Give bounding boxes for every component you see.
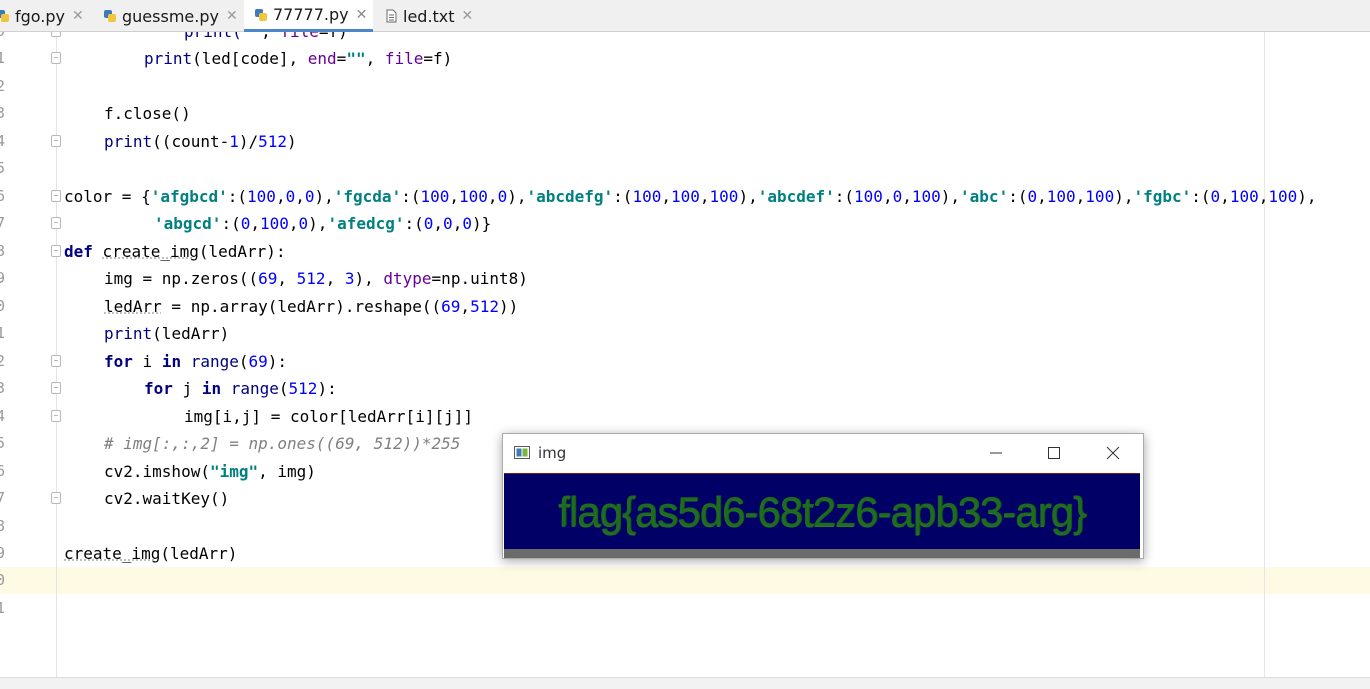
line-number: 8 xyxy=(0,517,6,535)
code-line-current[interactable]: 0 xyxy=(0,567,1370,594)
line-number: 1 xyxy=(0,324,6,342)
code-text: img[i,j] = color[ledArr[i][j]] xyxy=(184,407,473,426)
code-text: ledArr = np.array(ledArr).reshape((69,51… xyxy=(104,297,519,316)
window-title-bar[interactable]: img xyxy=(503,434,1143,472)
close-icon[interactable]: ✕ xyxy=(72,8,84,24)
python-file-icon xyxy=(104,10,116,22)
code-text: create_img(ledArr) xyxy=(64,544,238,563)
editor-tab-bar: fgo.py ✕ guessme.py ✕ 77777.py ✕ led.txt… xyxy=(0,0,1370,32)
code-text: img = np.zeros((69, 512, 3), dtype=np.ui… xyxy=(104,269,528,288)
fold-marker-icon[interactable] xyxy=(51,217,61,229)
fold-marker-icon[interactable] xyxy=(51,245,61,257)
tab-label: guessme.py xyxy=(122,6,219,26)
code-line: 0 print("", file=f) xyxy=(0,32,1370,45)
line-number: 0 xyxy=(0,571,6,589)
code-line: 2 for i in range(69): xyxy=(0,348,1370,375)
line-number: 9 xyxy=(0,544,6,562)
code-editor[interactable]: 0 print("", file=f) 1 print(led[code], e… xyxy=(0,32,1370,677)
image-canvas: flag{as5d6-68t2z6-apb33-arg} xyxy=(504,473,1140,549)
tab-label: 77777.py xyxy=(273,5,349,24)
line-number: 7 xyxy=(0,489,6,507)
line-number: 7 xyxy=(0,214,6,232)
line-number: 0 xyxy=(0,297,6,315)
code-line: 4 img[i,j] = color[ledArr[i][j]] xyxy=(0,403,1370,430)
code-text: cv2.imshow("img", img) xyxy=(104,462,316,481)
code-text: def create_img(ledArr): xyxy=(64,242,286,261)
line-number: 4 xyxy=(0,407,6,425)
code-text: print(led[code], end="", file=f) xyxy=(144,49,453,68)
python-file-icon xyxy=(0,10,9,22)
code-line: 1 xyxy=(0,595,1370,622)
code-comment: # img[:,:,2] = np.ones((69, 512))*255 xyxy=(104,434,461,453)
line-number: 0 xyxy=(0,32,16,45)
fold-marker-icon[interactable] xyxy=(51,410,61,422)
code-text: print((count-1)/512) xyxy=(104,132,297,151)
close-icon[interactable]: ✕ xyxy=(226,8,238,24)
close-window-button[interactable] xyxy=(1090,434,1136,472)
close-icon xyxy=(1106,446,1120,460)
fold-marker-icon[interactable] xyxy=(51,382,61,394)
line-number: 8 xyxy=(0,242,6,260)
line-number: 3 xyxy=(0,379,6,397)
line-number: 2 xyxy=(0,352,6,370)
code-line: 9 img = np.zeros((69, 512, 3), dtype=np.… xyxy=(0,265,1370,292)
window-bottom-strip xyxy=(504,549,1140,558)
code-text: 'abgcd':(0,100,0),'afedcg':(0,0,0)} xyxy=(154,214,492,233)
flag-text: flag{as5d6-68t2z6-apb33-arg} xyxy=(558,488,1087,535)
code-line: 2 xyxy=(0,73,1370,100)
code-line: 5 xyxy=(0,155,1370,182)
code-line: 1 print(led[code], end="", file=f) xyxy=(0,45,1370,72)
maximize-button[interactable] xyxy=(1031,434,1077,472)
code-line: 6 color = {'afgbcd':(100,0,0),'fgcda':(1… xyxy=(0,183,1370,210)
code-text: for j in range(512): xyxy=(144,379,337,398)
line-number: 6 xyxy=(0,462,6,480)
fold-marker-icon[interactable] xyxy=(51,355,61,367)
code-line: 7 'abgcd':(0,100,0),'afedcg':(0,0,0)} xyxy=(0,210,1370,237)
code-text: print("", file=f) xyxy=(184,32,348,45)
fold-marker-icon[interactable] xyxy=(51,32,61,37)
line-number: 5 xyxy=(0,434,6,452)
line-number: 1 xyxy=(0,599,6,617)
code-text: print(ledArr) xyxy=(104,324,230,343)
tab-guessme-py[interactable]: guessme.py ✕ xyxy=(103,0,238,32)
maximize-icon xyxy=(1048,447,1060,459)
code-line: 0 ledArr = np.array(ledArr).reshape((69,… xyxy=(0,293,1370,320)
fold-marker-icon[interactable] xyxy=(51,492,61,504)
minimize-icon xyxy=(990,452,1002,454)
code-line: 8 def create_img(ledArr): xyxy=(0,238,1370,265)
minimize-button[interactable] xyxy=(973,434,1019,472)
code-text: cv2.waitKey() xyxy=(104,489,230,508)
code-text: for i in range(69): xyxy=(104,352,288,371)
tab-77777-py[interactable]: 77777.py ✕ xyxy=(244,0,374,32)
tab-label: led.txt xyxy=(403,6,455,26)
status-bar xyxy=(0,677,1370,689)
code-text: f.close() xyxy=(104,104,191,123)
tab-led-txt[interactable]: led.txt ✕ xyxy=(384,0,473,32)
code-line: 1 print(ledArr) xyxy=(0,320,1370,347)
code-line: 4 print((count-1)/512) xyxy=(0,128,1370,155)
fold-marker-icon[interactable] xyxy=(51,52,61,64)
code-text: color = {'afgbcd':(100,0,0),'fgcda':(100… xyxy=(64,187,1317,206)
text-file-icon xyxy=(386,9,397,23)
tab-label: fgo.py xyxy=(15,6,66,26)
code-line: 3 for j in range(512): xyxy=(0,375,1370,402)
line-number: 1 xyxy=(0,49,6,67)
image-window[interactable]: img flag{as5d6-68t2z6-apb33-arg} xyxy=(502,433,1144,559)
fold-marker-icon[interactable] xyxy=(51,190,61,202)
close-icon[interactable]: ✕ xyxy=(462,8,474,24)
line-number: 3 xyxy=(0,104,6,122)
close-icon[interactable]: ✕ xyxy=(356,7,368,23)
window-title: img xyxy=(538,444,567,462)
line-number: 6 xyxy=(0,187,6,205)
line-number: 5 xyxy=(0,159,6,177)
code-line: 3 f.close() xyxy=(0,100,1370,127)
line-number: 9 xyxy=(0,269,6,287)
tab-fgo-py[interactable]: fgo.py ✕ xyxy=(0,0,84,32)
line-number: 2 xyxy=(0,77,6,95)
window-app-icon xyxy=(514,446,530,459)
python-file-icon xyxy=(255,8,267,21)
line-number: 4 xyxy=(0,132,6,150)
fold-marker-icon[interactable] xyxy=(51,135,61,147)
